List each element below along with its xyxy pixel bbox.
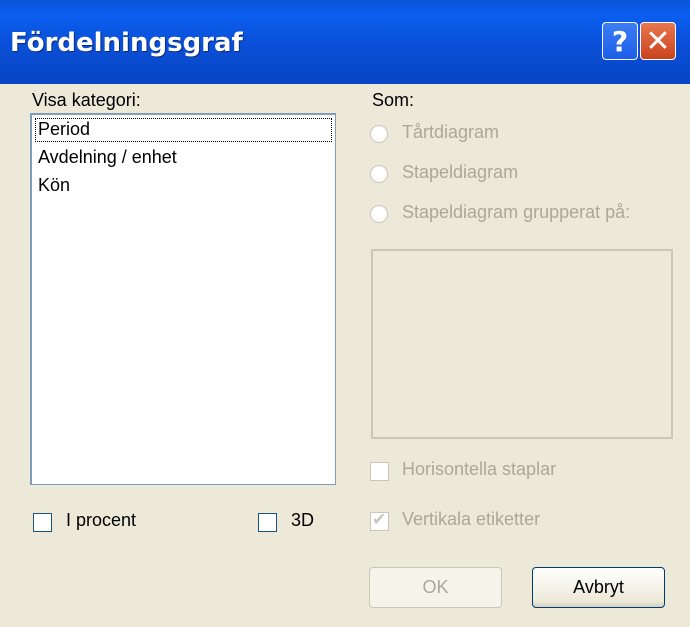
cancel-button-label: Avbryt xyxy=(573,577,624,597)
question-mark-icon: ? xyxy=(611,24,629,58)
category-label: Visa kategori: xyxy=(32,90,141,111)
vertical-labels-label: Vertikala etiketter xyxy=(402,509,541,529)
list-item[interactable]: Period xyxy=(34,117,333,143)
bar-radio[interactable] xyxy=(370,165,388,183)
vertical-labels-checkbox[interactable]: ✔ xyxy=(370,510,389,531)
cancel-button[interactable]: Avbryt xyxy=(532,567,665,608)
chart-type-label: Som: xyxy=(372,90,415,110)
grouped-bar-label: Stapeldiagram grupperat på: xyxy=(402,202,631,222)
pie-radio[interactable] xyxy=(370,125,388,143)
3d-label: 3D xyxy=(291,510,315,530)
group-by-listbox[interactable] xyxy=(371,249,673,439)
grouped-bar-radio[interactable] xyxy=(370,205,388,223)
horizontal-bars-label: Horisontella staplar xyxy=(402,459,557,479)
percent-checkbox[interactable] xyxy=(33,513,52,532)
category-listbox[interactable]: Period Avdelning / enhet Kön xyxy=(30,113,336,485)
horizontal-bars-checkbox[interactable] xyxy=(370,462,389,481)
help-button[interactable]: ? xyxy=(602,22,638,60)
list-item[interactable]: Avdelning / enhet xyxy=(32,143,335,171)
checkmark-icon: ✔ xyxy=(372,510,387,529)
list-item[interactable]: Kön xyxy=(32,171,335,199)
pie-label: Tårtdiagram xyxy=(402,122,500,142)
window-title: Fördelningsgraf xyxy=(10,28,243,58)
3d-checkbox[interactable] xyxy=(258,513,277,532)
category-label-text: Visa kategori: xyxy=(32,90,141,110)
close-button[interactable]: ✕ xyxy=(640,22,676,60)
close-icon: ✕ xyxy=(645,23,671,59)
title-bar[interactable]: Fördelningsgraf ? ✕ xyxy=(0,0,690,84)
ok-button[interactable]: OK xyxy=(369,567,502,608)
bar-label: Stapeldiagram xyxy=(402,162,519,182)
percent-label: I procent xyxy=(66,510,137,530)
ok-button-label: OK xyxy=(422,577,449,597)
